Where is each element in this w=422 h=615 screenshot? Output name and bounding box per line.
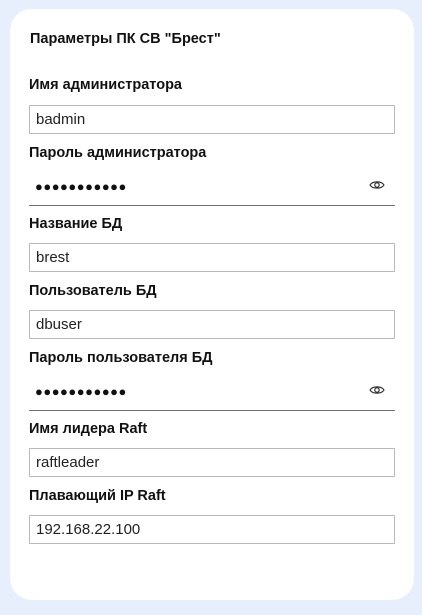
admin-password-label: Пароль администратора [29,145,207,161]
eye-icon[interactable] [369,179,385,191]
db-user-password-masked-value: ●●●●●●●●●●● [35,384,127,399]
db-user-input[interactable] [29,310,395,339]
panel-title: Параметры ПК СВ "Брест" [30,31,221,47]
db-user-password-input[interactable]: ●●●●●●●●●●● [29,382,395,411]
admin-name-input[interactable] [29,105,395,134]
db-user-password-label: Пароль пользователя БД [29,350,213,366]
db-name-label: Название БД [29,216,123,232]
raft-floating-ip-input[interactable] [29,515,395,544]
raft-leader-label: Имя лидера Raft [29,421,148,437]
admin-password-input[interactable]: ●●●●●●●●●●● [29,177,395,206]
eye-icon[interactable] [369,384,385,396]
raft-floating-ip-label: Плавающий IP Raft [29,488,166,504]
admin-password-masked-value: ●●●●●●●●●●● [35,179,127,194]
db-user-label: Пользователь БД [29,283,157,299]
db-name-input[interactable] [29,243,395,272]
admin-name-label: Имя администратора [29,77,182,93]
settings-panel: Параметры ПК СВ "Брест" Имя администрато… [10,9,414,600]
raft-leader-input[interactable] [29,448,395,477]
